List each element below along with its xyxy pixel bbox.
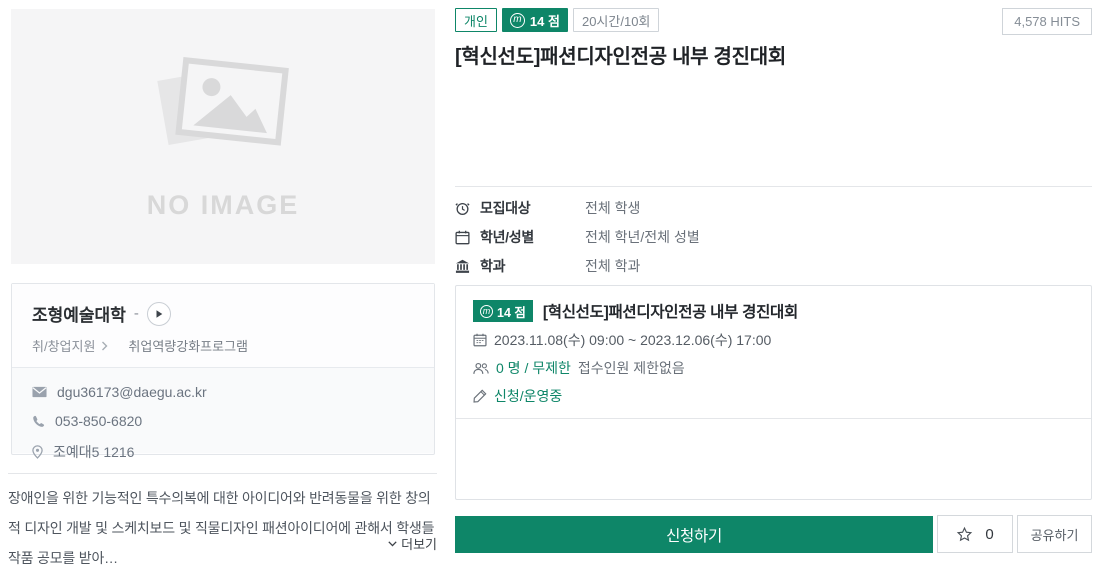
session-capacity-row: 0 명 / 무제한 접수인원 제한없음 [473,358,1074,378]
session-item: m 14 점 [혁신선도]패션디자인전공 내부 경진대회 2023.11.08(… [456,286,1091,419]
badge-points-label: 14 점 [530,11,560,30]
m-circle-icon: m [510,13,525,28]
contact-location-row: 조예대5 1216 [32,442,414,462]
section-divider [455,186,1092,187]
breadcrumb-program[interactable]: 취업역량강화프로그램 [128,336,248,355]
program-detail-page: NO IMAGE 조형예술대학 - 취/창업지원 취업역량강화프로그램 [0,0,1098,565]
session-points-label: 14 점 [497,302,526,321]
favorite-count: 0 [985,526,993,543]
chevron-down-icon [388,541,397,547]
chevron-right-icon [101,341,108,351]
hits-counter: 4,578 HITS [1002,8,1092,35]
badge-points: m 14 점 [502,8,568,32]
no-image-label: NO IMAGE [147,190,300,221]
favorite-button[interactable]: 0 [937,515,1013,553]
share-button[interactable]: 공유하기 [1017,515,1092,553]
contact-email-row: dgu36173@daegu.ac.kr [32,384,414,400]
contact-email: dgu36173@daegu.ac.kr [57,384,207,400]
session-title: [혁신선도]패션디자인전공 내부 경진대회 [543,300,798,322]
program-info-rows: 모집대상 전체 학생 학년/성별 전체 학년/전체 성별 학과 전체 학과 [455,198,1092,276]
mail-icon [32,386,47,398]
pin-icon [32,445,43,459]
info-label: 학년/성별 [480,227,560,247]
calendar-icon [473,333,487,347]
session-status: 신청/운영중 [494,386,562,406]
info-row-grade-gender: 학년/성별 전체 학년/전체 성별 [455,227,1092,247]
page-title: [혁신선도]패션디자인전공 내부 경진대회 [455,40,1015,69]
info-value: 전체 학년/전체 성별 [585,227,700,247]
badge-type: 개인 [455,8,497,32]
organization-card: 조형예술대학 - 취/창업지원 취업역량강화프로그램 dgu36173@daeg… [11,283,435,455]
play-icon [154,309,164,319]
phone-icon [32,415,45,428]
session-date-row: 2023.11.08(수) 09:00 ~ 2023.12.06(수) 17:0… [473,330,1074,350]
info-row-target: 모집대상 전체 학생 [455,198,1092,218]
session-capacity-highlight: 0 명 / 무제한 [496,358,571,378]
badge-row: 개인 m 14 점 20시간/10회 [455,8,659,32]
star-icon [956,526,973,543]
organization-contacts: dgu36173@daegu.ac.kr 053-850-6820 조예대5 1… [12,367,434,453]
organization-name: 조형예술대학 [32,301,126,326]
info-value: 전체 학과 [585,256,640,276]
apply-button[interactable]: 신청하기 [455,516,933,553]
users-icon [473,362,489,375]
calendar-icon [455,230,472,245]
m-circle-icon: m [480,305,493,318]
pen-icon [473,389,487,403]
info-label: 학과 [480,256,560,276]
session-status-row: 신청/운영중 [473,386,1074,406]
info-value: 전체 학생 [585,198,640,218]
clock-icon [455,201,472,216]
breadcrumb: 취/창업지원 취업역량강화프로그램 [32,336,414,355]
program-thumbnail-placeholder: NO IMAGE [11,9,435,264]
play-button[interactable] [147,302,171,326]
breadcrumb-category[interactable]: 취/창업지원 [32,336,95,355]
contact-location: 조예대5 1216 [53,442,134,462]
contact-phone: 053-850-6820 [55,413,142,429]
show-more-button[interactable]: 더보기 [388,534,437,553]
session-points-badge: m 14 점 [473,300,533,322]
organization-dash: - [134,305,139,322]
info-row-department: 학과 전체 학과 [455,256,1092,276]
program-description-block: 장애인을 위한 기능적인 특수의복에 대한 아이디어와 반려동물을 위한 창의적… [8,473,437,565]
contact-phone-row: 053-850-6820 [32,413,414,429]
show-more-label: 더보기 [401,534,437,553]
info-label: 모집대상 [480,198,560,218]
organization-header: 조형예술대학 - 취/창업지원 취업역량강화프로그램 [12,284,434,367]
badge-hours: 20시간/10회 [573,8,659,32]
session-date-range: 2023.11.08(수) 09:00 ~ 2023.12.06(수) 17:0… [494,330,771,350]
photo-placeholder-icon [143,52,303,172]
program-description: 장애인을 위한 기능적인 특수의복에 대한 아이디어와 반려동물을 위한 창의적… [8,483,437,565]
session-card: m 14 점 [혁신선도]패션디자인전공 내부 경진대회 2023.11.08(… [455,285,1092,500]
session-capacity-note: 접수인원 제한없음 [578,358,685,378]
bank-icon [455,259,472,274]
